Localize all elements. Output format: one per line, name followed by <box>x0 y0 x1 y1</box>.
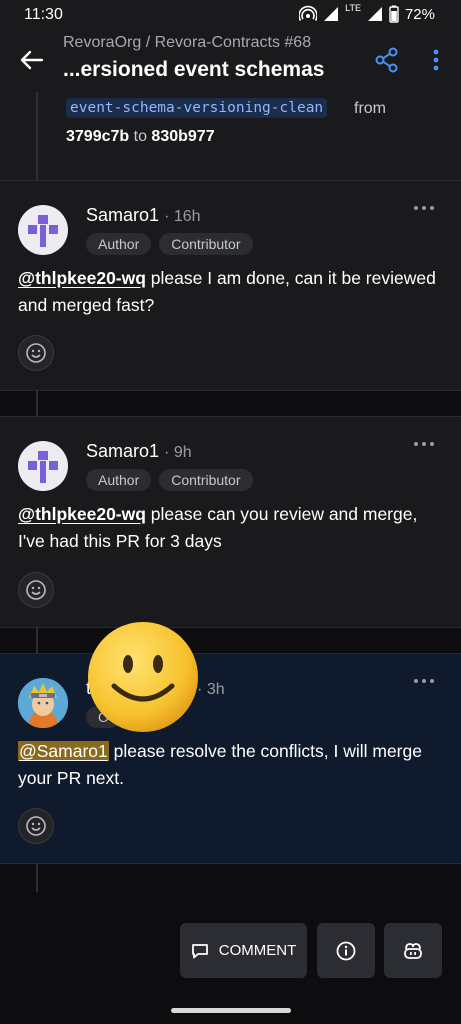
identicon-icon <box>28 215 58 247</box>
comment-body: @Samaro1 please resolve the conflicts, I… <box>18 741 422 788</box>
avatar[interactable] <box>18 441 68 491</box>
anime-avatar-icon <box>18 678 68 728</box>
author-badges: Author Contributor <box>86 469 253 491</box>
back-arrow-icon[interactable] <box>18 46 46 74</box>
signal-icon-2 <box>367 7 382 21</box>
repo-breadcrumb[interactable]: RevoraOrg / Revora-Contracts #68 <box>63 34 311 52</box>
add-reaction-button[interactable] <box>18 335 54 371</box>
smiley-icon <box>26 343 46 363</box>
contributor-badge: Contributor <box>159 233 253 255</box>
signal-icon <box>324 7 339 21</box>
identicon-icon <box>28 451 58 483</box>
timeline-line <box>36 390 38 416</box>
author-badge: Author <box>86 233 152 255</box>
add-reaction-button[interactable] <box>18 808 54 844</box>
app-bar: RevoraOrg / Revora-Contracts #68 ...ersi… <box>0 30 461 92</box>
comment-time: · 16h <box>164 208 201 225</box>
info-button[interactable] <box>317 923 375 978</box>
from-label: from <box>354 100 386 117</box>
battery-icon <box>389 5 399 23</box>
comment-time: · 3h <box>197 681 225 698</box>
avatar[interactable] <box>18 205 68 255</box>
commit-range: 3799c7b to 830b977 <box>66 128 215 146</box>
branch-update-event: event-schema-versioning-clean from 3799c… <box>0 92 461 181</box>
copilot-button[interactable] <box>384 923 442 978</box>
more-horiz-icon[interactable] <box>413 437 435 451</box>
share-icon[interactable] <box>373 46 401 74</box>
battery-percent: 72% <box>404 5 435 23</box>
comment-card: Samaro1 · 16h Author Contributor @thlpke… <box>0 180 461 391</box>
branch-name[interactable]: event-schema-versioning-clean <box>66 98 328 118</box>
author-badges: Author Contributor <box>86 233 253 255</box>
smiley-icon <box>26 580 46 600</box>
comment-author[interactable]: Samaro1 · 16h <box>86 205 201 226</box>
copilot-icon <box>404 942 422 959</box>
comment-card-highlighted: tq · 3h O @Samaro1 please resolve the co… <box>0 653 461 864</box>
contributor-badge: Contributor <box>159 469 253 491</box>
more-vert-icon[interactable] <box>424 46 448 74</box>
more-horiz-icon[interactable] <box>413 201 435 215</box>
more-horiz-icon[interactable] <box>413 674 435 688</box>
add-reaction-button[interactable] <box>18 572 54 608</box>
avatar[interactable] <box>18 678 68 728</box>
comment-time: · 9h <box>164 444 192 461</box>
comment-card: Samaro1 · 9h Author Contributor @thlpkee… <box>0 416 461 628</box>
author-badge: Author <box>86 469 152 491</box>
network-type: LTE <box>345 3 361 13</box>
comment-button[interactable]: COMMENT <box>180 923 307 978</box>
info-icon <box>336 941 356 960</box>
home-indicator[interactable] <box>171 1008 291 1013</box>
comment-author[interactable]: Samaro1 · 9h <box>86 441 192 462</box>
from-commit[interactable]: 3799c7b <box>66 128 129 145</box>
status-bar: 11:30 LTE 72% <box>0 0 461 30</box>
comment-icon <box>191 943 208 958</box>
to-commit[interactable]: 830b977 <box>151 128 214 145</box>
status-time: 11:30 <box>24 6 63 23</box>
to-label: to <box>133 128 147 145</box>
timeline-line <box>36 92 38 180</box>
timeline-line <box>36 862 38 892</box>
comment-button-label: COMMENT <box>218 942 297 959</box>
page-title: ...ersioned event schemas <box>63 58 325 81</box>
timeline-line <box>36 627 38 653</box>
status-icons: LTE 72% <box>299 3 435 23</box>
smiley-emoji-icon <box>88 622 198 732</box>
comment-body: @thlpkee20-wq please I am done, can it b… <box>18 268 436 315</box>
user-mention[interactable]: @thlpkee20-wq <box>18 504 146 524</box>
comment-body: @thlpkee20-wq please can you review and … <box>18 504 418 551</box>
hotspot-icon <box>299 5 318 21</box>
smiley-icon <box>26 816 46 836</box>
user-mention[interactable]: @thlpkee20-wq <box>18 268 146 288</box>
self-mention[interactable]: @Samaro1 <box>18 741 109 761</box>
